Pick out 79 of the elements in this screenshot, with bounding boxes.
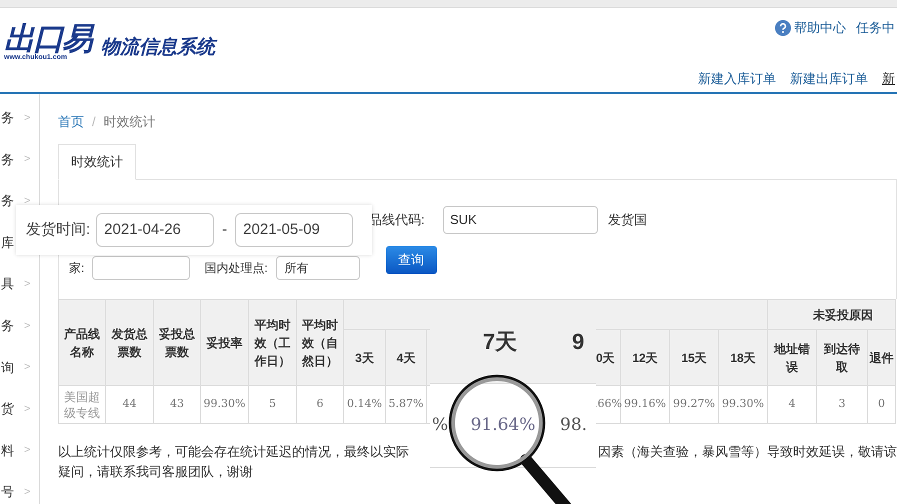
field-label: 发货国 — [608, 211, 647, 230]
breadcrumb-item[interactable]: 首页 — [58, 112, 84, 132]
chevron: > — [24, 152, 30, 168]
help-link[interactable]: 帮助中心 — [775, 18, 846, 38]
sidebar-item[interactable]: 库 — [1, 232, 14, 252]
chevron: > — [24, 194, 30, 209]
chevron: > — [24, 443, 30, 458]
date-to-input[interactable]: 2021-05-09 — [235, 213, 354, 247]
query-button[interactable]: 查询 — [386, 246, 437, 274]
chevron: > — [24, 110, 30, 126]
table-cell: 美国超级专线 — [58, 386, 106, 424]
table-cell: 99.30% — [718, 386, 768, 424]
sidebar-item[interactable]: 务 — [1, 150, 14, 170]
site-select[interactable]: 所有 — [276, 256, 360, 280]
column-header: 到达待取 — [816, 330, 868, 386]
column-header: 4天 — [386, 330, 426, 386]
chevron: > — [24, 276, 30, 292]
nav-link[interactable]: 新建入库订单 — [698, 68, 776, 88]
column-header: 退件 — [868, 330, 896, 386]
table-cell: 5 — [248, 386, 296, 424]
table-cell: 6 — [296, 386, 344, 424]
column-header: 妥投总票数 — [154, 300, 200, 386]
table-cell: 5.87% — [386, 386, 426, 424]
date-label: 发货时间: — [26, 220, 90, 240]
nav-link[interactable]: 新建出库订单 — [790, 68, 868, 88]
date-from-input[interactable]: 2021-04-26 — [96, 213, 214, 247]
column-header: 妥投率 — [200, 300, 248, 386]
sidebar-item[interactable]: 询 — [1, 358, 14, 378]
sidebar-item[interactable]: 具 — [1, 274, 14, 294]
chevron: > — [24, 484, 30, 500]
zoomed-cell-text: % — [431, 414, 450, 437]
sidebar-item[interactable]: 务 — [1, 108, 14, 128]
field-label: 家: — [69, 260, 84, 277]
column-header: 12天 — [620, 330, 670, 386]
table-cell: 99.16% — [620, 386, 670, 424]
table-cell: 99.30% — [200, 386, 248, 424]
zoomed-header: 9 — [572, 328, 584, 356]
column-header: 地址错误 — [768, 330, 817, 386]
chevron: > — [24, 318, 30, 334]
zoomed-cell-text: 98. — [560, 414, 588, 437]
sidebar-item[interactable]: 料 — [1, 440, 14, 460]
group-header: 未妥投原因 — [813, 308, 874, 322]
logo-mark: 出口易 — [4, 24, 91, 54]
column-header: 18天 — [718, 330, 768, 386]
system-title: 物流信息系统 — [101, 34, 215, 62]
breadcrumb-separator: / — [92, 113, 96, 131]
nav-link[interactable]: 新 — [882, 68, 895, 88]
column-header: 15天 — [670, 330, 718, 386]
table-cell: 0.14% — [344, 386, 386, 424]
sidebar-item[interactable]: 务 — [1, 316, 14, 336]
column-header: 3天 — [344, 330, 386, 386]
column-header: 产品线名称 — [58, 300, 106, 386]
date-separator: - — [221, 220, 228, 240]
table-cell: 4 — [768, 386, 817, 424]
note-text: 疑问，请联系我司客服团队，谢谢 — [58, 463, 254, 481]
note-text: 因素（海关查验，暴风雪等）导致时效延误，敬请谅 — [598, 443, 897, 461]
code-input[interactable]: SUK — [443, 206, 598, 234]
column-header: 平均时效（工作日） — [248, 300, 296, 386]
chevron: > — [24, 402, 30, 417]
sidebar-item[interactable]: 号 — [1, 482, 14, 502]
note-text: 以上统计仅限参考，可能会存在统计延迟的情况，最终以实际 — [58, 443, 410, 461]
sidebar-item[interactable]: 务 — [1, 191, 14, 211]
field-label: 国内处理点: — [204, 260, 268, 277]
table-cell: 44 — [106, 386, 154, 424]
table-cell: 3 — [816, 386, 868, 424]
column-header: 发货总票数 — [106, 300, 154, 386]
tab[interactable]: 时效统计 — [58, 144, 136, 180]
table-cell: 0 — [868, 386, 896, 424]
table-cell: 99.27% — [670, 386, 718, 424]
zoomed-header: 7天 — [482, 328, 518, 356]
country-input[interactable] — [92, 256, 190, 280]
help-icon — [775, 20, 791, 36]
chevron: > — [24, 360, 30, 376]
table-cell: 43 — [154, 386, 200, 424]
breadcrumb-item: 时效统计 — [104, 113, 156, 131]
task-link[interactable]: 任务中 — [856, 18, 895, 38]
column-header: 平均时效（自然日） — [296, 300, 344, 386]
sidebar-item[interactable]: 货 — [1, 399, 14, 419]
zoomed-cell-text: 91.64% — [470, 414, 536, 437]
